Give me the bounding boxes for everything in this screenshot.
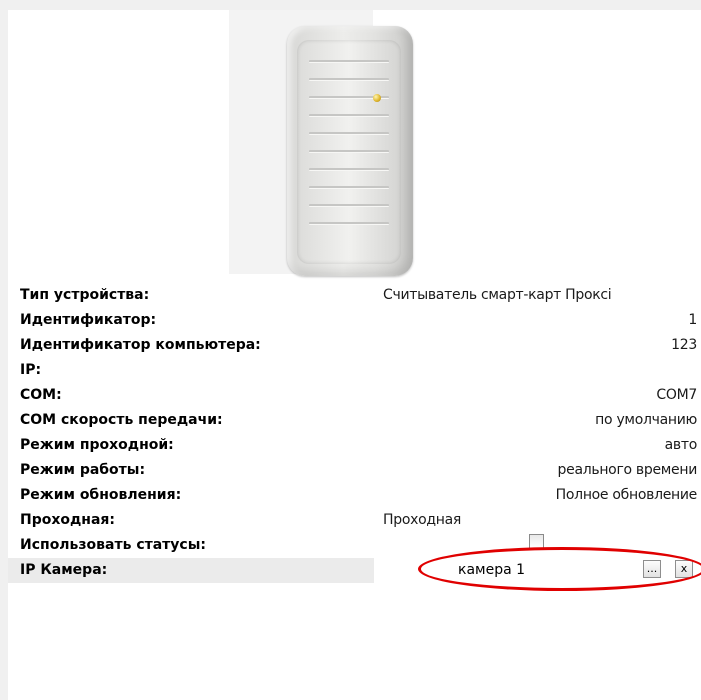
property-label: Идентификатор: — [20, 312, 157, 328]
property-label: Тип устройства: — [20, 287, 150, 303]
ip-camera-browse-button[interactable]: ... — [643, 560, 661, 578]
device-properties: Тип устройства: Считыватель смарт-карт П… — [0, 283, 701, 591]
property-label: Режим обновления: — [20, 487, 182, 503]
ip-camera-clear-button[interactable]: x — [675, 560, 693, 578]
reader-groove — [309, 132, 389, 135]
property-value: 123 — [671, 337, 697, 353]
reader-groove — [309, 204, 389, 207]
property-label: COM скорость передачи: — [20, 412, 223, 428]
property-row-passage-mode: Режим проходной: авто — [0, 433, 701, 458]
property-row-com: COM: COM7 — [0, 383, 701, 408]
property-row-work-mode: Режим работы: реального времени — [0, 458, 701, 483]
property-value: по умолчанию — [595, 412, 697, 428]
property-label: Режим работы: — [20, 462, 146, 478]
ip-camera-value[interactable]: камера 1 — [458, 562, 525, 578]
property-row-computer-id: Идентификатор компьютера: 123 — [0, 333, 701, 358]
property-row-identifier: Идентификатор: 1 — [0, 308, 701, 333]
reader-groove — [309, 78, 389, 81]
card-reader-face — [297, 40, 401, 264]
property-value: Полное обновление — [555, 487, 698, 503]
property-label: IP Камера: — [20, 562, 108, 578]
top-border — [0, 0, 701, 10]
property-row-use-statuses: Использовать статусы: — [0, 533, 701, 558]
card-reader-image — [287, 26, 413, 276]
reader-groove — [309, 150, 389, 153]
property-value: реального времени — [557, 462, 698, 478]
property-value: Считыватель смарт-карт Проксі — [383, 287, 612, 303]
property-row-com-speed: COM скорость передачи: по умолчанию — [0, 408, 701, 433]
use-statuses-checkbox[interactable] — [529, 534, 544, 549]
reader-groove — [309, 186, 389, 189]
reader-groove — [309, 168, 389, 171]
property-row-update-mode: Режим обновления: Полное обновление — [0, 483, 701, 508]
reader-groove — [309, 222, 389, 225]
property-value: COM7 — [656, 387, 697, 403]
property-value: 1 — [688, 312, 697, 328]
property-label: Использовать статусы: — [20, 537, 206, 553]
reader-groove — [309, 60, 389, 63]
reader-led-icon — [373, 94, 381, 102]
property-value: Проходная — [383, 512, 461, 528]
property-label: Проходная: — [20, 512, 116, 528]
reader-groove — [309, 114, 389, 117]
property-row-ip: IP: — [0, 358, 701, 383]
property-row-passage: Проходная: Проходная — [0, 508, 701, 533]
property-row-ip-camera: IP Камера: камера 1 ... x — [0, 547, 701, 591]
property-label: Идентификатор компьютера: — [20, 337, 261, 353]
property-label: IP: — [20, 362, 42, 378]
property-label: COM: — [20, 387, 62, 403]
property-label: Режим проходной: — [20, 437, 174, 453]
property-row-device-type: Тип устройства: Считыватель смарт-карт П… — [0, 283, 701, 308]
property-value: авто — [664, 437, 698, 453]
